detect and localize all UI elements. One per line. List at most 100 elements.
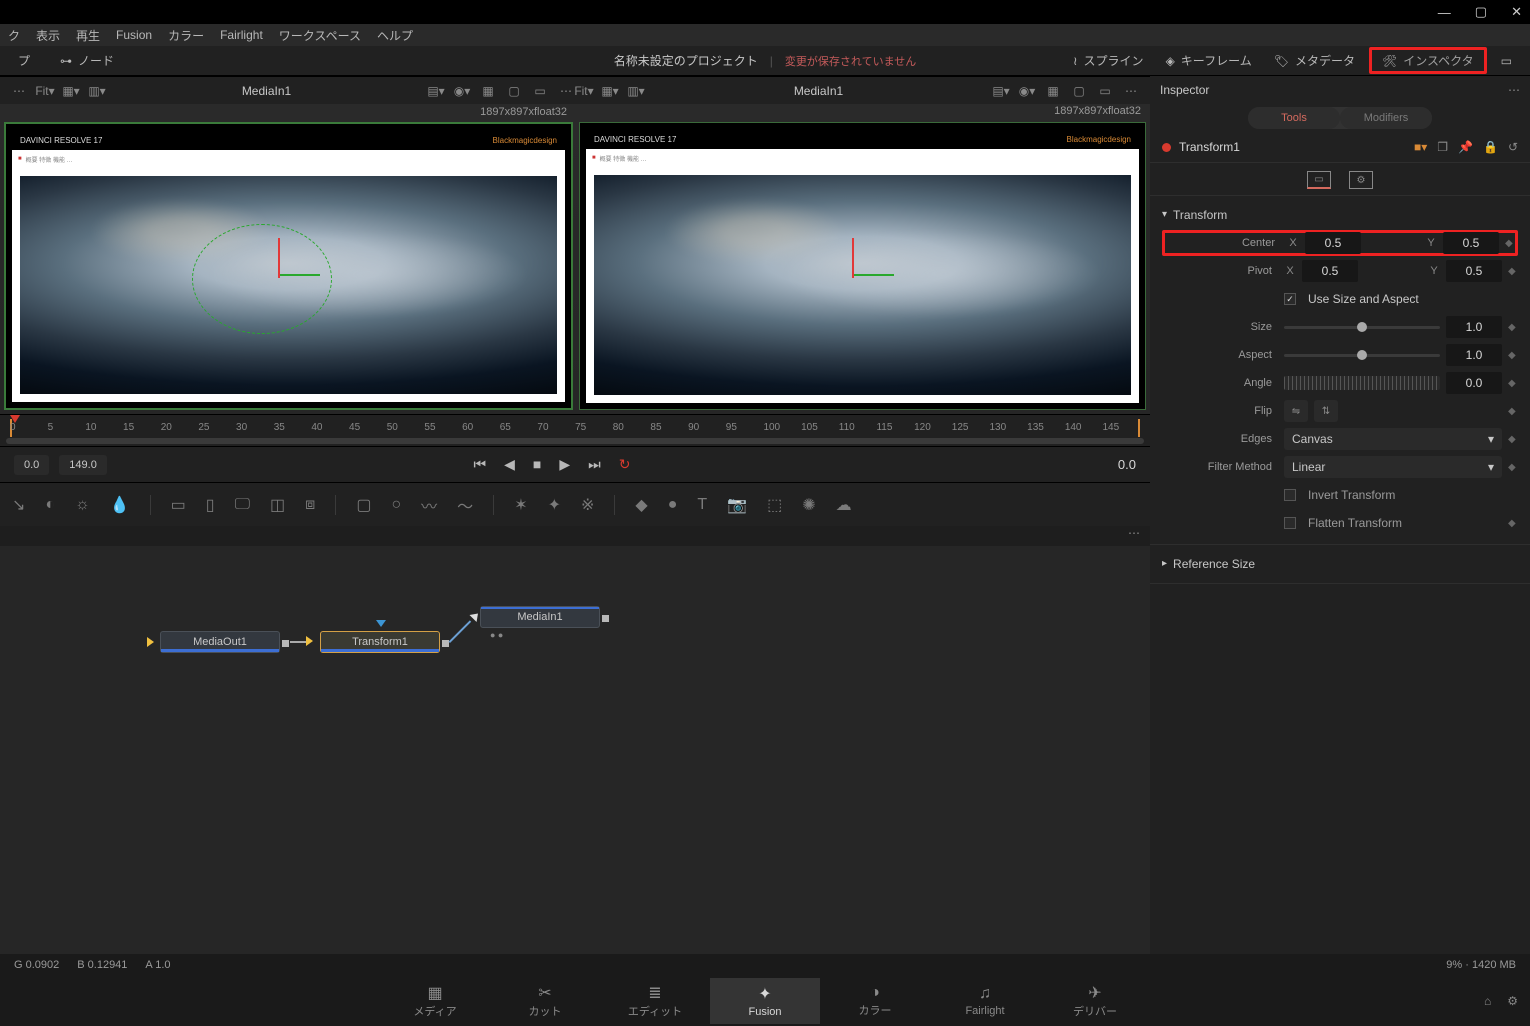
tab-modifiers[interactable]: Modifiers [1340, 107, 1432, 129]
angle-input[interactable]: 0.0 [1446, 372, 1502, 394]
tool-blur-icon[interactable]: ◐ [45, 496, 55, 514]
copy-icon[interactable]: ❐ [1437, 140, 1448, 154]
extra-view-button[interactable]: ▭ [1493, 50, 1520, 72]
loop-button[interactable]: ↻ [619, 456, 631, 473]
center-y-input[interactable]: 0.5 [1443, 232, 1499, 254]
inspector-button-highlight[interactable]: 🛠インスペクタ [1369, 47, 1487, 74]
menu-item[interactable]: 表示 [36, 27, 60, 44]
split-icon[interactable]: ▥▾ [627, 82, 645, 100]
tool-camera-icon[interactable]: 📷 [727, 495, 747, 515]
node-flow[interactable]: MediaOut1 Transform1 MediaIn1 ● ● [0, 546, 1150, 826]
keyframe-diamond[interactable]: ◆ [1508, 266, 1518, 277]
flip-h-button[interactable]: ⇋ [1284, 400, 1308, 422]
size-slider[interactable] [1284, 326, 1440, 329]
spline-button[interactable]: ≀スプライン [1065, 48, 1152, 73]
keyframe-button[interactable]: ◈キーフレーム [1158, 48, 1260, 73]
clip-button[interactable]: プ [10, 48, 38, 73]
viewer-2[interactable]: 1897x897xfloat32 DAVINCI RESOLVE 17Black… [579, 122, 1146, 410]
flip-v-button[interactable]: ⇅ [1314, 400, 1338, 422]
home-icon[interactable]: ⌂ [1484, 994, 1491, 1008]
pin-icon[interactable]: 📌 [1458, 140, 1473, 154]
edges-dropdown[interactable]: Canvas▾ [1284, 428, 1502, 450]
tool-square-icon[interactable]: ▢ [356, 495, 371, 515]
keyframe-diamond[interactable]: ◆ [1508, 518, 1518, 529]
viewer-opts-icon[interactable]: ⋯ [10, 82, 28, 100]
menu-item[interactable]: ワークスペース [279, 27, 361, 44]
tool-particle1-icon[interactable]: ✶ [514, 495, 527, 515]
port-top[interactable] [376, 620, 386, 627]
step-back-button[interactable]: ◀ [504, 456, 515, 473]
keyframe-diamond[interactable]: ◆ [1508, 406, 1518, 417]
tool-circle-icon[interactable]: ○ [391, 496, 401, 514]
page-edit[interactable]: ≣エディット [600, 977, 710, 1025]
menu-item[interactable]: Fusion [116, 28, 152, 42]
lock-icon[interactable]: 🔒 [1483, 140, 1498, 154]
port-out[interactable] [602, 615, 609, 622]
flatten-checkbox[interactable] [1284, 517, 1296, 529]
keyframe-diamond[interactable]: ◆ [1508, 350, 1518, 361]
aspect-slider[interactable] [1284, 354, 1440, 357]
fit-dropdown[interactable]: Fit▾ [36, 82, 54, 100]
window-minimize[interactable]: — [1438, 5, 1451, 20]
in-time[interactable]: 0.0 [14, 455, 49, 475]
tab-tools[interactable]: Tools [1248, 107, 1340, 129]
metadata-button[interactable]: 🏷メタデータ [1266, 48, 1363, 73]
page-fairlight[interactable]: ♫Fairlight [930, 979, 1040, 1023]
center-x-input[interactable]: 0.5 [1305, 232, 1361, 254]
pivot-y-input[interactable]: 0.5 [1446, 260, 1502, 282]
node-mediaout1[interactable]: MediaOut1 [160, 631, 280, 653]
tool-cloud-icon[interactable]: ☁ [836, 495, 852, 515]
filter-dropdown[interactable]: Linear▾ [1284, 456, 1502, 478]
menu-item[interactable]: ク [8, 27, 20, 44]
flow-opts-icon[interactable]: ⋯ [1128, 526, 1140, 546]
angle-dial[interactable] [1284, 376, 1440, 390]
fit-dropdown[interactable]: Fit▾ [575, 82, 593, 100]
port-in[interactable] [147, 637, 154, 647]
controls-tab-icon[interactable]: ▭ [1307, 171, 1331, 189]
tool-rect2-icon[interactable]: ▯ [206, 495, 215, 515]
globe-icon[interactable]: ◉▾ [1018, 82, 1036, 100]
pivot-x-input[interactable]: 0.5 [1302, 260, 1358, 282]
stop-button[interactable]: ■ [533, 456, 541, 473]
reset-icon[interactable]: ↺ [1508, 140, 1518, 154]
tool-monitor-icon[interactable]: 🖵 [235, 496, 250, 514]
keyframe-diamond[interactable]: ◆ [1508, 434, 1518, 445]
viewer-1[interactable]: 1897x897xfloat32 DAVINCI RESOLVE 17Black… [4, 122, 573, 410]
page-color[interactable]: ◑カラー [820, 978, 930, 1024]
tool-plane-icon[interactable]: ◆ [635, 495, 647, 515]
current-time[interactable]: 0.0 [1118, 457, 1136, 472]
dots-icon[interactable]: ⋯ [1122, 82, 1140, 100]
window-close[interactable]: ✕ [1511, 4, 1522, 20]
settings-icon[interactable]: ⚙ [1507, 994, 1518, 1008]
tool-cube-icon[interactable]: ⬚ [767, 495, 782, 515]
tool-text-icon[interactable]: T [697, 496, 707, 514]
node-mediain1[interactable]: MediaIn1 [480, 606, 600, 628]
keyframe-diamond[interactable]: ◆ [1508, 378, 1518, 389]
tool-overlap-icon[interactable]: ◫ [270, 495, 285, 515]
tool-particle2-icon[interactable]: ✦ [548, 495, 561, 515]
menu-item[interactable]: 再生 [76, 27, 100, 44]
nodes-button[interactable]: ⊶ノード [52, 48, 122, 73]
grid-icon[interactable]: ▦ [1044, 82, 1062, 100]
invert-checkbox[interactable] [1284, 489, 1296, 501]
ruler-scrollbar[interactable] [6, 438, 1144, 444]
menu-item[interactable]: Fairlight [220, 28, 263, 42]
monitor2-icon[interactable]: ▭ [1096, 82, 1114, 100]
section-transform-header[interactable]: ▾Transform [1162, 202, 1518, 228]
section-refsize-header[interactable]: ▸Reference Size [1162, 551, 1518, 577]
port-out[interactable] [282, 640, 289, 647]
node-transform1[interactable]: Transform1 [320, 631, 440, 653]
keyframe-diamond[interactable]: ◆ [1508, 462, 1518, 473]
layout-icon[interactable]: ▦▾ [601, 82, 619, 100]
page-deliver[interactable]: ✈デリバー [1040, 977, 1150, 1025]
tool-brightness-icon[interactable]: ☼ [75, 496, 90, 514]
tool-sphere-icon[interactable]: ● [668, 496, 678, 514]
tool-wave-icon[interactable]: 〜 [457, 493, 473, 517]
tool-crop-icon[interactable]: ⧈ [305, 496, 315, 514]
keyframe-diamond[interactable]: ◆ [1505, 238, 1515, 249]
square-icon[interactable]: ▢ [505, 82, 523, 100]
split-icon[interactable]: ▥▾ [88, 82, 106, 100]
play-button[interactable]: ▶ [559, 456, 570, 473]
tool-drop-icon[interactable]: 💧 [110, 495, 130, 515]
monitor2-icon[interactable]: ▭ [531, 82, 549, 100]
